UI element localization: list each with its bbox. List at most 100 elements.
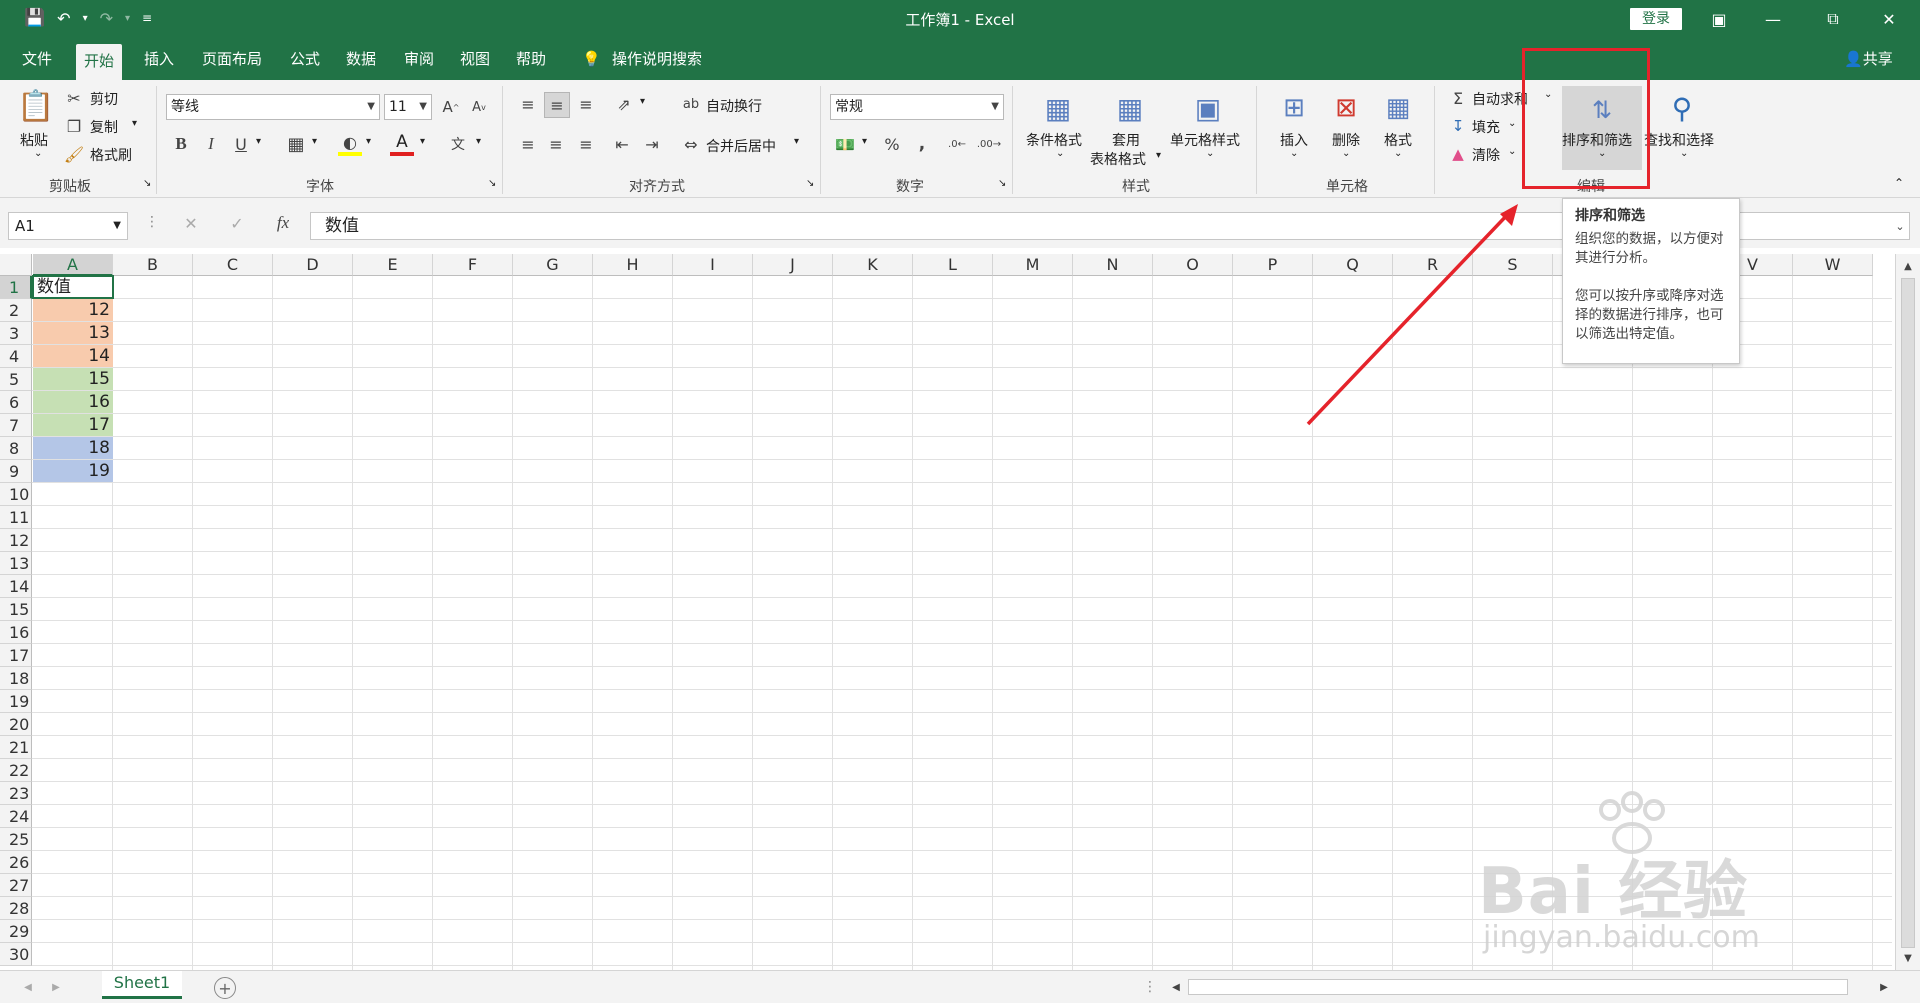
tab-page-layout[interactable]: 页面布局 — [194, 38, 270, 80]
clipboard-launcher-icon[interactable]: ↘ — [143, 178, 151, 189]
confirm-entry-icon[interactable]: ✓ — [226, 212, 248, 234]
name-box[interactable]: A1 ▼ — [8, 212, 128, 240]
row-header[interactable]: 3 — [0, 322, 32, 345]
horizontal-scroll-thumb[interactable] — [1188, 979, 1848, 995]
format-cells-button[interactable]: 格式 — [1384, 130, 1412, 150]
decrease-font-icon[interactable]: Av — [468, 96, 490, 118]
decrease-indent-icon[interactable]: ⇤ — [610, 132, 634, 156]
row-header[interactable]: 7 — [0, 414, 32, 437]
paste-icon[interactable]: 📋 — [17, 86, 54, 126]
tab-insert[interactable]: 插入 — [136, 38, 182, 80]
delete-dropdown-icon[interactable]: ⌄ — [1342, 148, 1350, 159]
table-cell[interactable]: 13 — [33, 322, 113, 344]
column-header[interactable]: M — [993, 254, 1073, 276]
row-header[interactable]: 14 — [0, 575, 32, 598]
row-header[interactable]: 8 — [0, 437, 32, 460]
column-header[interactable]: D — [273, 254, 353, 276]
table-cell[interactable]: 16 — [33, 391, 113, 413]
alignment-launcher-icon[interactable]: ↘ — [806, 178, 814, 189]
row-header[interactable]: 1 — [0, 276, 32, 299]
row-header[interactable]: 23 — [0, 782, 32, 805]
insert-function-button[interactable]: fx — [270, 212, 296, 234]
font-color-button[interactable]: A — [390, 132, 414, 156]
table-format-dropdown-icon[interactable]: ▾ — [1156, 150, 1161, 161]
row-header[interactable]: 15 — [0, 598, 32, 621]
cancel-entry-icon[interactable]: ✕ — [180, 212, 202, 234]
row-header[interactable]: 9 — [0, 460, 32, 483]
column-header[interactable]: L — [913, 254, 993, 276]
increase-decimal-icon[interactable]: .0← — [944, 132, 970, 156]
row-header[interactable]: 2 — [0, 299, 32, 322]
phonetic-guide-button[interactable]: 文 — [446, 132, 470, 156]
scroll-left-icon[interactable]: ◀ — [1168, 978, 1184, 996]
paste-button[interactable]: 粘贴 — [20, 130, 48, 150]
column-header[interactable]: C — [193, 254, 273, 276]
table-cell[interactable]: 14 — [33, 345, 113, 367]
tab-split-grip-icon[interactable]: ⋮ — [1143, 977, 1157, 997]
tab-data[interactable]: 数据 — [338, 38, 384, 80]
column-header[interactable]: G — [513, 254, 593, 276]
paste-dropdown-icon[interactable]: ⌄ — [34, 148, 42, 159]
orientation-icon[interactable]: ⇗ — [612, 92, 636, 116]
row-header[interactable]: 12 — [0, 529, 32, 552]
number-format-combo[interactable]: 常规 ▼ — [830, 94, 1004, 120]
insert-cells-button[interactable]: 插入 — [1280, 130, 1308, 150]
tab-formulas[interactable]: 公式 — [282, 38, 328, 80]
underline-button[interactable]: U — [230, 132, 252, 156]
column-header[interactable]: K — [833, 254, 913, 276]
insert-dropdown-icon[interactable]: ⌄ — [1290, 148, 1298, 159]
row-header[interactable]: 4 — [0, 345, 32, 368]
fill-color-icon[interactable]: ◐ — [338, 132, 362, 156]
row-header[interactable]: 22 — [0, 759, 32, 782]
row-header[interactable]: 5 — [0, 368, 32, 391]
align-bottom-icon[interactable]: ≡ — [574, 92, 598, 116]
format-dropdown-icon[interactable]: ⌄ — [1394, 148, 1402, 159]
find-select-button[interactable]: 查找和选择 — [1644, 130, 1714, 150]
increase-indent-icon[interactable]: ⇥ — [640, 132, 664, 156]
clear-dropdown-icon[interactable]: ⌄ — [1508, 146, 1516, 157]
expand-formula-bar-icon[interactable]: ⌄ — [1890, 214, 1910, 238]
table-cell[interactable]: 19 — [33, 460, 113, 482]
sheet-tab-sheet1[interactable]: Sheet1 — [102, 971, 182, 999]
minimize-icon[interactable]: — — [1750, 0, 1796, 38]
add-sheet-icon[interactable]: + — [214, 977, 236, 999]
table-cell[interactable]: 18 — [33, 437, 113, 459]
scroll-right-icon[interactable]: ▶ — [1876, 978, 1892, 996]
cut-button[interactable]: 剪切 — [90, 89, 118, 109]
scroll-up-icon[interactable]: ▲ — [1900, 258, 1916, 274]
increase-font-icon[interactable]: A ^ — [440, 96, 462, 118]
ribbon-display-options-icon[interactable]: ▣ — [1696, 0, 1742, 38]
row-header[interactable]: 29 — [0, 920, 32, 943]
table-format-label-2[interactable]: 表格格式 — [1090, 149, 1146, 169]
borders-icon[interactable]: ▦ — [284, 132, 308, 156]
row-header[interactable]: 21 — [0, 736, 32, 759]
underline-dropdown-icon[interactable]: ▾ — [256, 136, 261, 147]
scroll-down-icon[interactable]: ▼ — [1900, 950, 1916, 966]
table-cell[interactable]: 17 — [33, 414, 113, 436]
row-header[interactable]: 6 — [0, 391, 32, 414]
phonetic-dropdown-icon[interactable]: ▾ — [476, 136, 481, 147]
row-header[interactable]: 16 — [0, 621, 32, 644]
tab-view[interactable]: 视图 — [452, 38, 498, 80]
tell-me-search[interactable]: 操作说明搜索 — [604, 38, 710, 80]
column-header[interactable]: O — [1153, 254, 1233, 276]
wrap-text-button[interactable]: 自动换行 — [706, 96, 762, 116]
font-size-combo[interactable]: 11 ▼ — [384, 94, 432, 120]
find-select-dropdown-icon[interactable]: ⌄ — [1680, 148, 1688, 159]
restore-icon[interactable]: ⧉ — [1810, 0, 1856, 38]
column-header[interactable]: H — [593, 254, 673, 276]
tab-file[interactable]: 文件 — [14, 38, 60, 80]
merge-dropdown-icon[interactable]: ▾ — [794, 136, 799, 147]
table-cell[interactable]: 15 — [33, 368, 113, 390]
copy-dropdown-icon[interactable]: ▾ — [132, 118, 137, 129]
row-header[interactable]: 18 — [0, 667, 32, 690]
conditional-format-button[interactable]: 条件格式 — [1026, 130, 1082, 150]
format-painter-button[interactable]: 格式刷 — [90, 145, 132, 165]
row-header[interactable]: 24 — [0, 805, 32, 828]
column-header[interactable]: B — [113, 254, 193, 276]
next-sheet-icon[interactable]: ▶ — [48, 979, 64, 995]
row-header[interactable]: 25 — [0, 828, 32, 851]
name-box-dropdown-icon[interactable]: ▼ — [113, 213, 121, 239]
align-center-icon[interactable]: ≡ — [544, 132, 568, 156]
column-header[interactable]: J — [753, 254, 833, 276]
